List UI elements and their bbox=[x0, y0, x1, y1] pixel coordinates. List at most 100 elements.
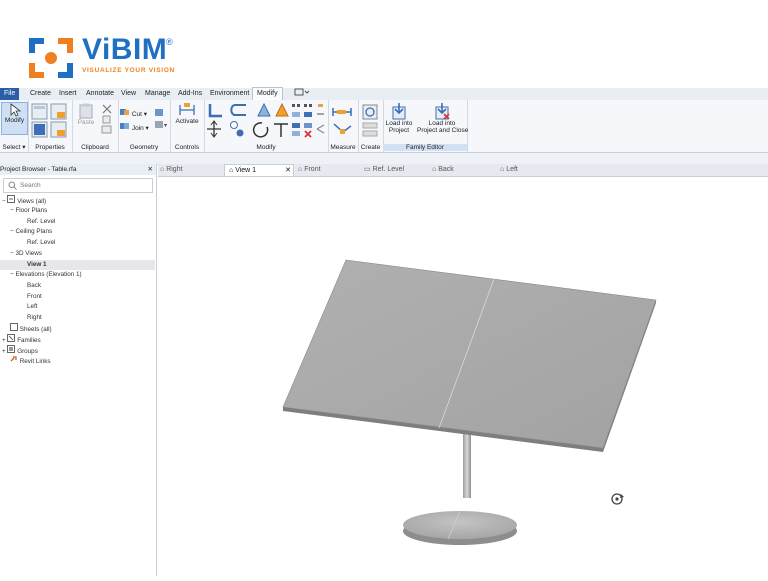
tab-view[interactable]: View bbox=[117, 88, 140, 100]
cut-copy-icons[interactable] bbox=[100, 103, 114, 135]
panel-controls: Activate Controls bbox=[170, 100, 205, 152]
load-into-project-and-close-button[interactable]: Load into Project and Close bbox=[417, 102, 468, 134]
orbit-cursor-icon bbox=[611, 493, 624, 505]
activate-button[interactable]: Activate bbox=[172, 102, 202, 125]
collapse-icon[interactable]: − bbox=[10, 207, 14, 214]
tree-node-families[interactable]: + Families bbox=[2, 334, 41, 344]
panel-geometry: Cut ▾ Join ▾ ▾ Geometry bbox=[118, 100, 171, 152]
activate-label: Activate bbox=[175, 118, 199, 125]
3d-viewport[interactable] bbox=[158, 177, 768, 576]
tree-node-label: View 1 bbox=[27, 261, 47, 268]
sheets-icon bbox=[10, 323, 18, 331]
view-tab-ref-level[interactable]: ▭ Ref. Level bbox=[364, 164, 404, 176]
paste-button[interactable]: Paste bbox=[76, 103, 96, 135]
tree-node-ceiling-plans[interactable]: − Ceiling Plans bbox=[10, 227, 52, 237]
load-into-project-button[interactable]: Load into Project bbox=[384, 102, 414, 134]
families-icon bbox=[7, 334, 16, 342]
brand-name: ViBIM bbox=[82, 33, 168, 66]
collapse-icon[interactable]: − bbox=[2, 198, 6, 205]
load-into-project-line2: Project bbox=[388, 127, 410, 134]
measure-icon[interactable] bbox=[331, 104, 355, 138]
tab-annotate[interactable]: Annotate bbox=[82, 88, 118, 100]
tree-node-3d-views[interactable]: − 3D Views bbox=[10, 249, 42, 259]
close-icon[interactable]: ✕ bbox=[148, 164, 153, 175]
collapse-icon[interactable]: − bbox=[10, 250, 14, 257]
join-geometry-icon bbox=[120, 123, 129, 129]
table-top bbox=[282, 259, 657, 449]
3d-view-icon: ⌂ bbox=[229, 167, 234, 174]
tab-modify[interactable]: Modify bbox=[252, 87, 283, 101]
cut-button[interactable]: Cut ▾ bbox=[120, 108, 147, 118]
tree-node-left[interactable]: Left bbox=[27, 302, 38, 312]
tab-manage[interactable]: Manage bbox=[141, 88, 174, 100]
tree-node-front[interactable]: Front bbox=[27, 292, 42, 302]
tree-node-ceiling-ref-level[interactable]: Ref. Level bbox=[27, 238, 55, 248]
create-panel-label: Create bbox=[360, 144, 381, 151]
panel-clipboard: Paste Clipboard bbox=[72, 100, 119, 152]
brand-registered: ® bbox=[166, 37, 173, 47]
tree-node-revit-links[interactable]: Revit Links bbox=[10, 355, 51, 365]
tree-node-right[interactable]: Right bbox=[27, 313, 42, 323]
modify-button[interactable]: Modify bbox=[1, 102, 28, 135]
panel-measure: Measure bbox=[328, 100, 359, 152]
tree-node-label: Front bbox=[27, 293, 42, 300]
expand-icon[interactable]: + bbox=[2, 348, 6, 355]
view-tab-bar: ⌂ Right ⌂ View 1 ✕ ⌂ Front ▭ Ref. Level … bbox=[158, 164, 768, 177]
tree-node-label: Elevations (Elevation 1) bbox=[15, 271, 82, 278]
expand-icon[interactable]: + bbox=[2, 337, 6, 344]
tree-node-view-1[interactable]: View 1 bbox=[0, 260, 155, 270]
tab-environment[interactable]: Environment bbox=[206, 88, 253, 100]
tab-file[interactable]: File bbox=[0, 88, 20, 100]
modify-tools-icons[interactable] bbox=[206, 102, 326, 140]
groups-icon bbox=[7, 345, 16, 353]
vibim-logo-icon bbox=[29, 38, 73, 78]
tree-node-label: Views (all) bbox=[17, 198, 47, 205]
contextual-dropdown[interactable] bbox=[290, 88, 314, 100]
view-tab-left[interactable]: ⌂ Left bbox=[500, 164, 518, 176]
search-input[interactable] bbox=[20, 180, 148, 190]
elevation-view-icon: ⌂ bbox=[298, 166, 303, 173]
tree-node-views-all[interactable]: − Views (all) bbox=[2, 195, 46, 205]
table-3d-model[interactable] bbox=[158, 177, 768, 576]
tab-add-ins[interactable]: Add-Ins bbox=[174, 88, 206, 100]
tab-insert[interactable]: Insert bbox=[55, 88, 81, 100]
project-browser: Project Browser - Table.rfa ✕ − Views (a… bbox=[0, 164, 157, 576]
tab-create[interactable]: Create bbox=[26, 88, 55, 100]
select-panel-label[interactable]: Select ▾ bbox=[0, 143, 28, 151]
elevation-view-icon: ⌂ bbox=[500, 166, 505, 173]
tree-node-label: Ref. Level bbox=[27, 239, 56, 246]
join-button[interactable]: Join ▾ bbox=[120, 122, 149, 132]
cut-label: Cut bbox=[131, 111, 142, 118]
tree-node-floor-ref-level[interactable]: Ref. Level bbox=[27, 217, 55, 227]
collapse-icon[interactable]: − bbox=[10, 271, 14, 278]
geometry-tools-icons[interactable]: ▾ bbox=[154, 108, 168, 130]
view-tab-back[interactable]: ⌂ Back bbox=[432, 164, 454, 176]
tree-node-back[interactable]: Back bbox=[27, 281, 41, 291]
collapse-icon[interactable]: − bbox=[10, 228, 14, 235]
load-into-project-line1: Load into bbox=[385, 120, 413, 127]
tree-node-label: Back bbox=[27, 282, 41, 289]
view-tab-view-1[interactable]: ⌂ View 1 ✕ bbox=[224, 164, 294, 176]
view-tab-right[interactable]: ⌂ Right bbox=[160, 164, 183, 176]
panel-family-editor: Load into Project Load into Project and … bbox=[383, 100, 468, 152]
view-tab-label: Ref. Level bbox=[372, 166, 405, 173]
tree-node-groups[interactable]: + Groups bbox=[2, 345, 38, 355]
tree-node-label: Right bbox=[27, 314, 42, 321]
modify-panel-label: Modify bbox=[256, 144, 276, 151]
panel-properties: Properties bbox=[28, 100, 73, 152]
svg-text:▾: ▾ bbox=[164, 123, 167, 129]
search-field[interactable] bbox=[3, 178, 153, 193]
tree-node-label: 3D Views bbox=[15, 250, 42, 257]
load-and-close-icon bbox=[435, 103, 450, 120]
properties-icon[interactable] bbox=[31, 103, 69, 139]
tree-node-floor-plans[interactable]: − Floor Plans bbox=[10, 206, 47, 216]
close-tab-icon[interactable]: ✕ bbox=[285, 165, 291, 177]
table-leg bbox=[463, 432, 471, 498]
elevation-view-icon: ⌂ bbox=[160, 166, 165, 173]
table-base bbox=[403, 511, 517, 539]
tree-node-elevations[interactable]: − Elevations (Elevation 1) bbox=[10, 270, 82, 280]
family-editor-panel-label: Family Editor bbox=[383, 144, 467, 151]
tree-node-sheets[interactable]: Sheets (all) bbox=[10, 323, 52, 333]
view-tab-front[interactable]: ⌂ Front bbox=[298, 164, 321, 176]
create-icon[interactable] bbox=[361, 103, 381, 139]
